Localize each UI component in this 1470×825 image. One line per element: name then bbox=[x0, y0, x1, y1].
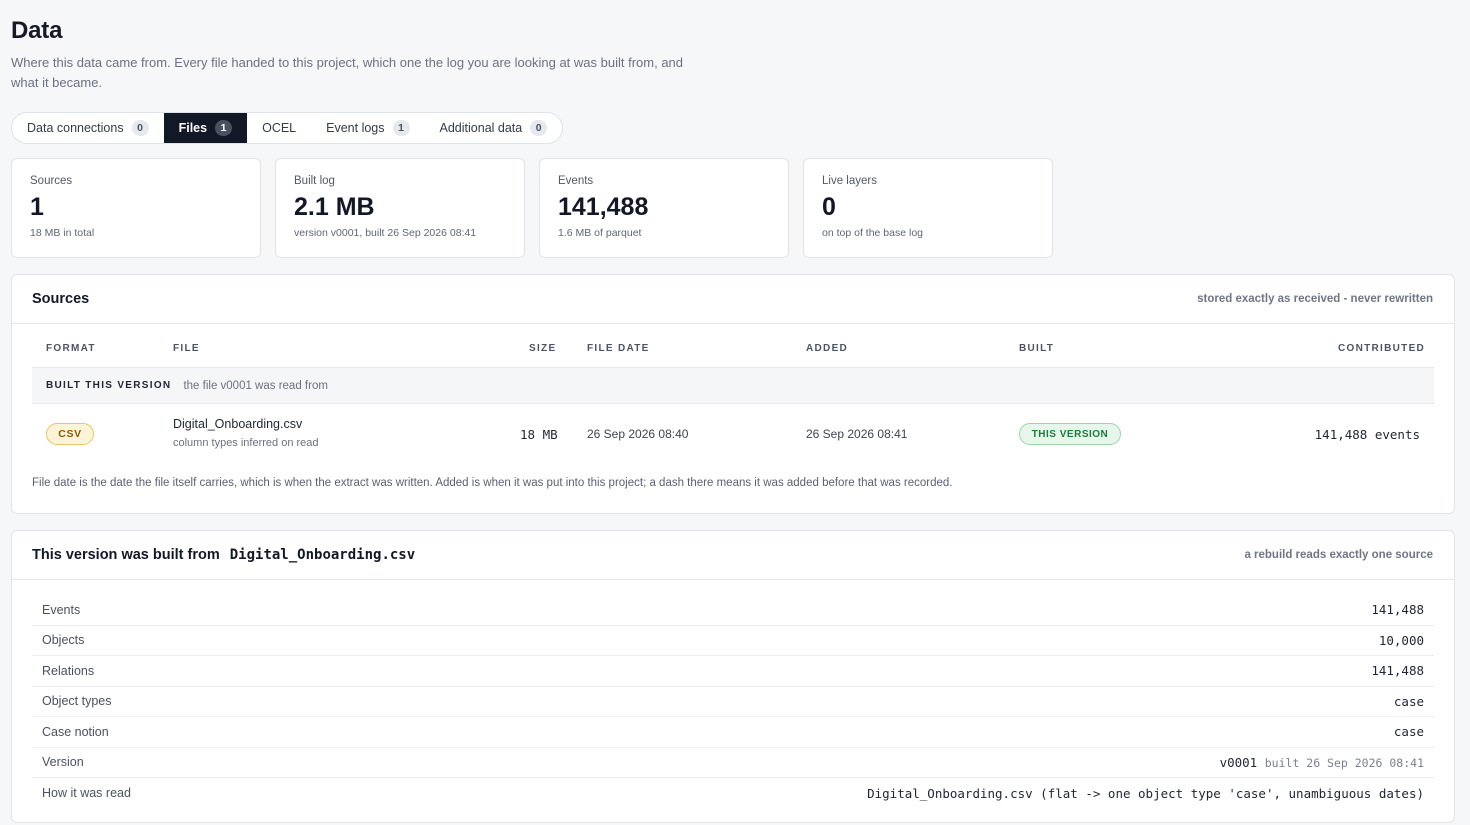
tab-ocel[interactable]: OCEL bbox=[247, 113, 311, 143]
tab-data-connections[interactable]: Data connections 0 bbox=[12, 113, 164, 143]
version-built-date: built 26 Sep 2026 08:41 bbox=[1264, 755, 1424, 770]
page-title: Data bbox=[11, 17, 63, 44]
sources-panel: Sources stored exactly as received - nev… bbox=[11, 274, 1455, 514]
detail-key: Version bbox=[42, 755, 84, 770]
version-id: v0001 bbox=[1219, 754, 1258, 770]
detail-row-version: Version v0001 built 26 Sep 2026 08:41 bbox=[32, 748, 1434, 778]
group-note: the file v0001 was read from bbox=[183, 379, 328, 392]
stat-card-events: Events 141,488 1.6 MB of parquet bbox=[539, 158, 789, 258]
stat-value: 1 bbox=[30, 193, 44, 221]
panel-title-text: This version was built from bbox=[32, 547, 220, 563]
column-header-size: SIZE bbox=[529, 343, 557, 354]
stat-value: 0 bbox=[822, 193, 836, 221]
stat-label: Sources bbox=[30, 175, 73, 187]
stat-value: 2.1 MB bbox=[294, 193, 375, 221]
stat-card-built-log: Built log 2.1 MB version v0001, built 26… bbox=[275, 158, 525, 258]
build-panel: This version was built from Digital_Onbo… bbox=[11, 530, 1455, 823]
stat-label: Built log bbox=[294, 175, 335, 187]
page-description: Where this data came from. Every file ha… bbox=[11, 55, 684, 90]
column-header-format: FORMAT bbox=[46, 343, 96, 354]
tab-count-badge: 0 bbox=[530, 120, 548, 136]
sources-footnote: File date is the date the file itself ca… bbox=[32, 477, 953, 489]
data-tabs: Data connections 0 Files 1 OCEL Event lo… bbox=[11, 112, 564, 144]
detail-value: 141,488 bbox=[1371, 663, 1424, 679]
group-row-built-this-version: BUILT THIS VERSION the file v0001 was re… bbox=[32, 367, 1434, 404]
build-panel-header: This version was built from Digital_Onbo… bbox=[12, 531, 1454, 580]
panel-title: Sources bbox=[32, 291, 90, 307]
stat-subtext: on top of the base log bbox=[822, 227, 923, 239]
panel-note: stored exactly as received - never rewri… bbox=[1197, 293, 1433, 305]
column-header-built: BUILT bbox=[1019, 343, 1055, 354]
group-label: BUILT THIS VERSION bbox=[46, 380, 172, 391]
tab-count-badge: 0 bbox=[131, 120, 149, 136]
file-name[interactable]: Digital_Onboarding.csv bbox=[173, 417, 302, 431]
format-badge: CSV bbox=[46, 423, 94, 445]
column-header-contributed: CONTRIBUTED bbox=[1338, 343, 1426, 354]
detail-row-events: Events 141,488 bbox=[32, 595, 1434, 626]
panel-title: This version was built from Digital_Onbo… bbox=[32, 547, 415, 563]
column-header-file: FILE bbox=[173, 343, 200, 354]
file-size: 18 MB bbox=[520, 427, 558, 442]
panel-title-file: Digital_Onboarding.csv bbox=[229, 547, 416, 563]
contributed-events: 141,488 events bbox=[1314, 427, 1420, 442]
stat-label: Events bbox=[558, 175, 594, 187]
tab-event-logs[interactable]: Event logs 1 bbox=[311, 113, 424, 143]
panel-note: a rebuild reads exactly one source bbox=[1244, 549, 1433, 561]
tab-label: OCEL bbox=[262, 121, 297, 135]
detail-key: Events bbox=[42, 602, 81, 617]
added-date: 26 Sep 2026 08:41 bbox=[806, 427, 908, 441]
stat-subtext: version v0001, built 26 Sep 2026 08:41 bbox=[294, 227, 477, 239]
detail-value: case bbox=[1393, 724, 1424, 740]
detail-value: v0001 built 26 Sep 2026 08:41 bbox=[1220, 755, 1424, 770]
detail-value: 141,488 bbox=[1371, 602, 1424, 618]
tab-label: Files bbox=[178, 121, 208, 135]
tab-files[interactable]: Files 1 bbox=[163, 113, 248, 143]
tab-additional-data[interactable]: Additional data 0 bbox=[425, 113, 563, 143]
detail-row-how-read: How it was read Digital_Onboarding.csv (… bbox=[32, 778, 1434, 809]
detail-key: Relations bbox=[42, 663, 95, 678]
tab-label: Data connections bbox=[27, 121, 124, 135]
stat-label: Live layers bbox=[822, 175, 877, 187]
detail-value: Digital_Onboarding.csv (flat -> one obje… bbox=[867, 785, 1424, 801]
built-status-badge: THIS VERSION bbox=[1019, 423, 1121, 445]
stat-subtext: 18 MB in total bbox=[30, 227, 95, 239]
file-subtext: column types inferred on read bbox=[173, 437, 319, 449]
stat-card-live-layers: Live layers 0 on top of the base log bbox=[803, 158, 1053, 258]
detail-value: 10,000 bbox=[1378, 632, 1424, 648]
detail-row-object-types: Object types case bbox=[32, 687, 1434, 717]
tab-label: Additional data bbox=[439, 121, 523, 135]
tab-count-badge: 1 bbox=[392, 120, 410, 136]
detail-key: Objects bbox=[42, 633, 85, 648]
detail-key: How it was read bbox=[42, 786, 131, 801]
detail-key: Case notion bbox=[42, 724, 109, 739]
column-header-file-date: FILE DATE bbox=[587, 343, 650, 354]
detail-row-case-notion: Case notion case bbox=[32, 717, 1434, 748]
tab-count-badge: 1 bbox=[215, 120, 233, 136]
stat-subtext: 1.6 MB of parquet bbox=[558, 227, 642, 239]
detail-key: Object types bbox=[42, 694, 112, 709]
detail-row-relations: Relations 141,488 bbox=[32, 656, 1434, 687]
stat-value: 141,488 bbox=[558, 193, 649, 221]
tab-label: Event logs bbox=[326, 121, 385, 135]
stat-card-sources: Sources 1 18 MB in total bbox=[11, 158, 261, 258]
detail-row-objects: Objects 10,000 bbox=[32, 626, 1434, 656]
sources-panel-header: Sources stored exactly as received - nev… bbox=[12, 275, 1454, 324]
file-date: 26 Sep 2026 08:40 bbox=[587, 427, 689, 441]
column-header-added: ADDED bbox=[806, 343, 849, 354]
detail-value: case bbox=[1393, 693, 1424, 709]
